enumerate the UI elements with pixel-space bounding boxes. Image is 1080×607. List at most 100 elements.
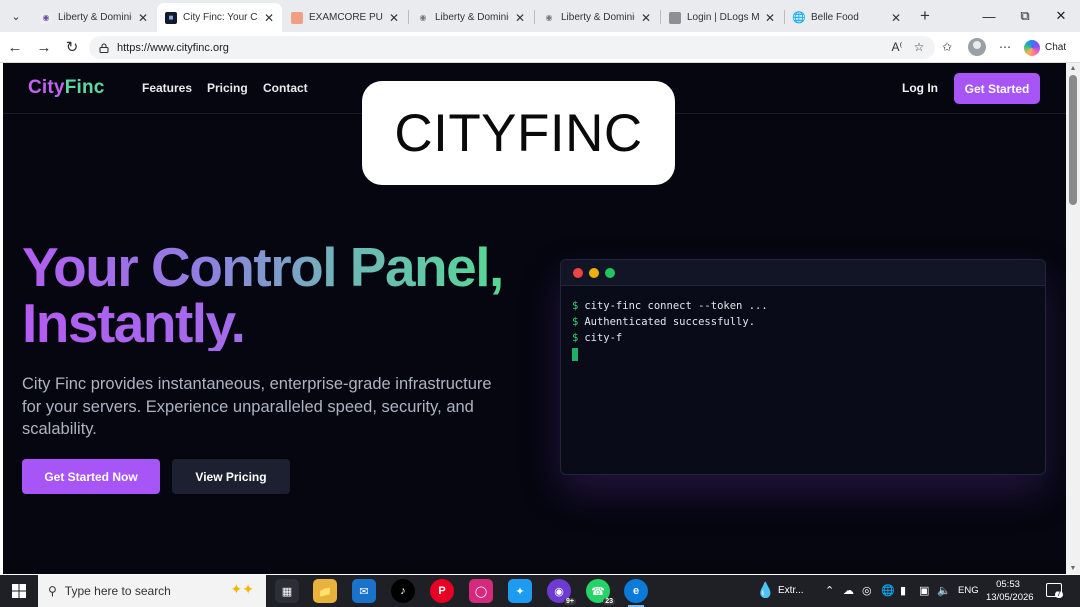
get-started-button[interactable]: Get Started [954,73,1040,104]
brand-overlay-label: CITYFINC [362,81,675,185]
terminal-window: $ city-finc connect --token ... $ Authenti… [560,259,1046,475]
meet-now-icon[interactable]: ▣ [919,584,929,597]
notification-count-badge: 7 [1055,591,1063,598]
instagram-icon[interactable]: ◯ [469,579,493,603]
terminal-line-text: Authenticated successfully. [584,316,756,328]
new-tab-plus-icon[interactable]: + [914,5,936,27]
more-options-icon[interactable]: ⋯ [996,38,1014,56]
close-tab-icon[interactable]: ✕ [262,11,276,25]
close-tab-icon[interactable]: ✕ [387,11,401,25]
favorites-list-icon[interactable]: ✩ [938,38,956,56]
nav-link-contact[interactable]: Contact [263,81,308,95]
terminal-line: $ Authenticated successfully. [572,314,1045,330]
chat-label: Chat [1045,42,1067,53]
browser-tab[interactable]: ◉ Liberty & Dominion ✕ [409,3,533,32]
browser-tab-strip: ⌄ ◉ Liberty & Dominion ✕ ■ City Finc: Yo… [0,0,1080,32]
browser-tab[interactable]: Login | DLogs Market ✕ [661,3,783,32]
twitter-icon[interactable]: ✦ [508,579,532,603]
close-tab-icon[interactable]: ✕ [639,11,653,25]
discord-tray-icon[interactable]: ◎ [862,584,872,597]
weather-rain-icon[interactable]: 💧 [756,581,775,599]
terminal-minimize-dot-icon [589,268,599,278]
terminal-line-text: city-finc connect --token ... [584,300,768,312]
terminal-cursor [572,348,578,361]
tab-label: Belle Food [811,12,859,23]
browser-tab[interactable]: EXAMCORE PULSE ✕ [283,3,407,32]
cloud-sync-icon[interactable]: ☁ [843,584,854,597]
forward-arrow-icon[interactable]: → [33,36,55,58]
cityfinc-favicon-icon: ■ [165,11,177,24]
hero-heading-line-2: Instantly. [22,295,542,351]
scroll-down-arrow-icon[interactable]: ▼ [1068,565,1078,572]
task-view-icon[interactable]: ▦ [275,579,299,603]
tab-label: Liberty & Dominion [561,12,635,23]
close-tab-icon[interactable]: ✕ [513,11,527,25]
battery-icon[interactable]: ▮ [900,584,906,597]
nav-link-features[interactable]: Features [142,81,192,95]
logo-text-finc: Finc [64,77,105,98]
minimize-window-icon[interactable]: — [971,4,1007,28]
terminal-prompt: $ [572,332,579,344]
file-explorer-icon[interactable]: 📁 [313,579,337,603]
windows-taskbar: ⚲ Type here to search ✦✦ ▦ 📁 ✉ ♪ P ◯ ✦ ◉… [0,575,1080,607]
windows-start-button[interactable] [0,575,38,607]
site-logo[interactable]: CityFinc [28,77,105,99]
read-aloud-icon[interactable]: A⁽ [888,38,906,56]
terminal-prompt: $ [572,316,579,328]
favorite-star-icon[interactable]: ☆ [910,38,928,56]
taskbar-search-placeholder: Type here to search [64,584,171,598]
hero-heading: Your Control Panel, Instantly. [22,239,542,351]
weather-label[interactable]: Extr... [778,585,804,596]
scrollbar-thumb[interactable] [1069,75,1077,205]
browser-address-bar: ← → ↻ https://www.cityfinc.org A⁽ ☆ ✩ ⋯ … [0,32,1080,63]
tab-label: EXAMCORE PULSE [309,12,383,23]
browser-tab[interactable]: ◉ Liberty & Dominion ✕ [535,3,659,32]
scroll-up-arrow-icon[interactable]: ▲ [1068,65,1078,72]
search-icon: ⚲ [48,584,57,598]
volume-speaker-icon[interactable]: 🔈 [937,584,951,597]
view-pricing-button[interactable]: View Pricing [172,459,290,494]
restore-window-icon[interactable]: ⧉ [1007,4,1043,28]
close-tab-icon[interactable]: ✕ [889,11,903,25]
close-window-icon[interactable]: ✕ [1043,4,1079,28]
taskbar-clock[interactable]: 05:53 13/05/2026 [986,578,1034,604]
close-tab-icon[interactable]: ✕ [136,11,150,25]
browser-tab[interactable]: ◉ Liberty & Dominion ✕ [32,3,156,32]
pinterest-icon[interactable]: P [430,579,454,603]
tab-label: City Finc: Your Control Panel [183,12,258,23]
log-in-link[interactable]: Log In [902,81,938,95]
taskbar-search-box[interactable]: ⚲ Type here to search ✦✦ [38,575,266,607]
dlogs-favicon-icon [669,11,681,24]
whatsapp-icon[interactable]: ☎ 23 [586,579,615,605]
url-field[interactable]: https://www.cityfinc.org [89,36,935,59]
lock-icon [99,42,109,53]
whatsapp-badge: 23 [603,598,615,605]
nav-link-pricing[interactable]: Pricing [207,81,248,95]
globe-icon: 🌐 [792,12,806,24]
edge-browser-icon[interactable]: e [624,579,648,607]
back-arrow-icon[interactable]: ← [4,36,26,58]
search-highlight-sparkle-icon: ✦✦ [230,581,254,597]
close-tab-icon[interactable]: ✕ [763,11,777,25]
profile-avatar[interactable] [968,38,986,56]
terminal-maximize-dot-icon [605,268,615,278]
liberty-favicon-icon: ◉ [40,11,52,24]
show-hidden-icons-chevron-icon[interactable]: ⌃ [825,584,834,597]
copilot-chat-button[interactable]: Chat [1024,38,1066,57]
input-language-indicator[interactable]: ENG [958,585,979,596]
tab-actions-menu-icon[interactable]: ⌄ [5,5,27,27]
mail-icon[interactable]: ✉ [352,579,376,603]
page-scrollbar[interactable]: ▲ ▼ [1066,63,1080,574]
tab-label: Login | DLogs Market [687,12,759,23]
liberty-favicon-icon: ◉ [419,13,427,22]
examcore-favicon-icon [291,11,303,24]
copilot-badge: 9+ [564,598,576,605]
tiktok-icon[interactable]: ♪ [391,579,415,603]
copilot-app-icon[interactable]: ◉ 9+ [547,579,576,605]
browser-tab-active[interactable]: ■ City Finc: Your Control Panel ✕ [157,3,282,32]
page-viewport: CityFinc Features Pricing Contact Log In… [3,63,1066,574]
reload-icon[interactable]: ↻ [61,36,83,58]
get-started-now-button[interactable]: Get Started Now [22,459,160,494]
browser-tab[interactable]: 🌐 Belle Food ✕ [785,3,909,32]
network-globe-icon[interactable]: 🌐 [881,584,895,597]
